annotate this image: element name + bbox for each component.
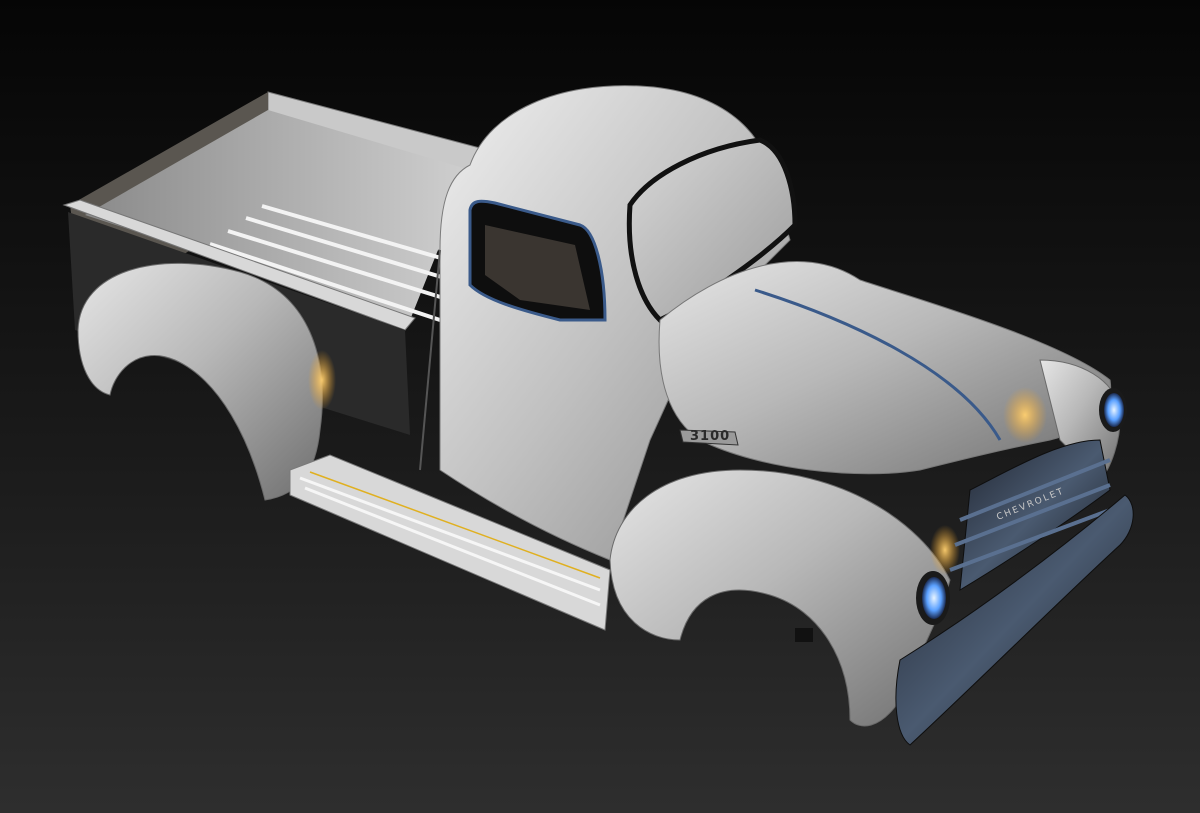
left-headlight bbox=[916, 571, 950, 625]
rear-fender-glow bbox=[308, 350, 336, 410]
right-headlight bbox=[1099, 388, 1127, 432]
fender-badge-text: 3100 bbox=[690, 429, 730, 444]
rear-fender bbox=[77, 262, 323, 501]
suspension-part bbox=[795, 628, 813, 642]
render-viewport: 3100 CHEVROLET bbox=[0, 0, 1200, 813]
fender-badge: 3100 bbox=[679, 429, 739, 446]
truck-render: 3100 CHEVROLET bbox=[62, 85, 1134, 746]
hood-glow bbox=[1003, 387, 1047, 443]
